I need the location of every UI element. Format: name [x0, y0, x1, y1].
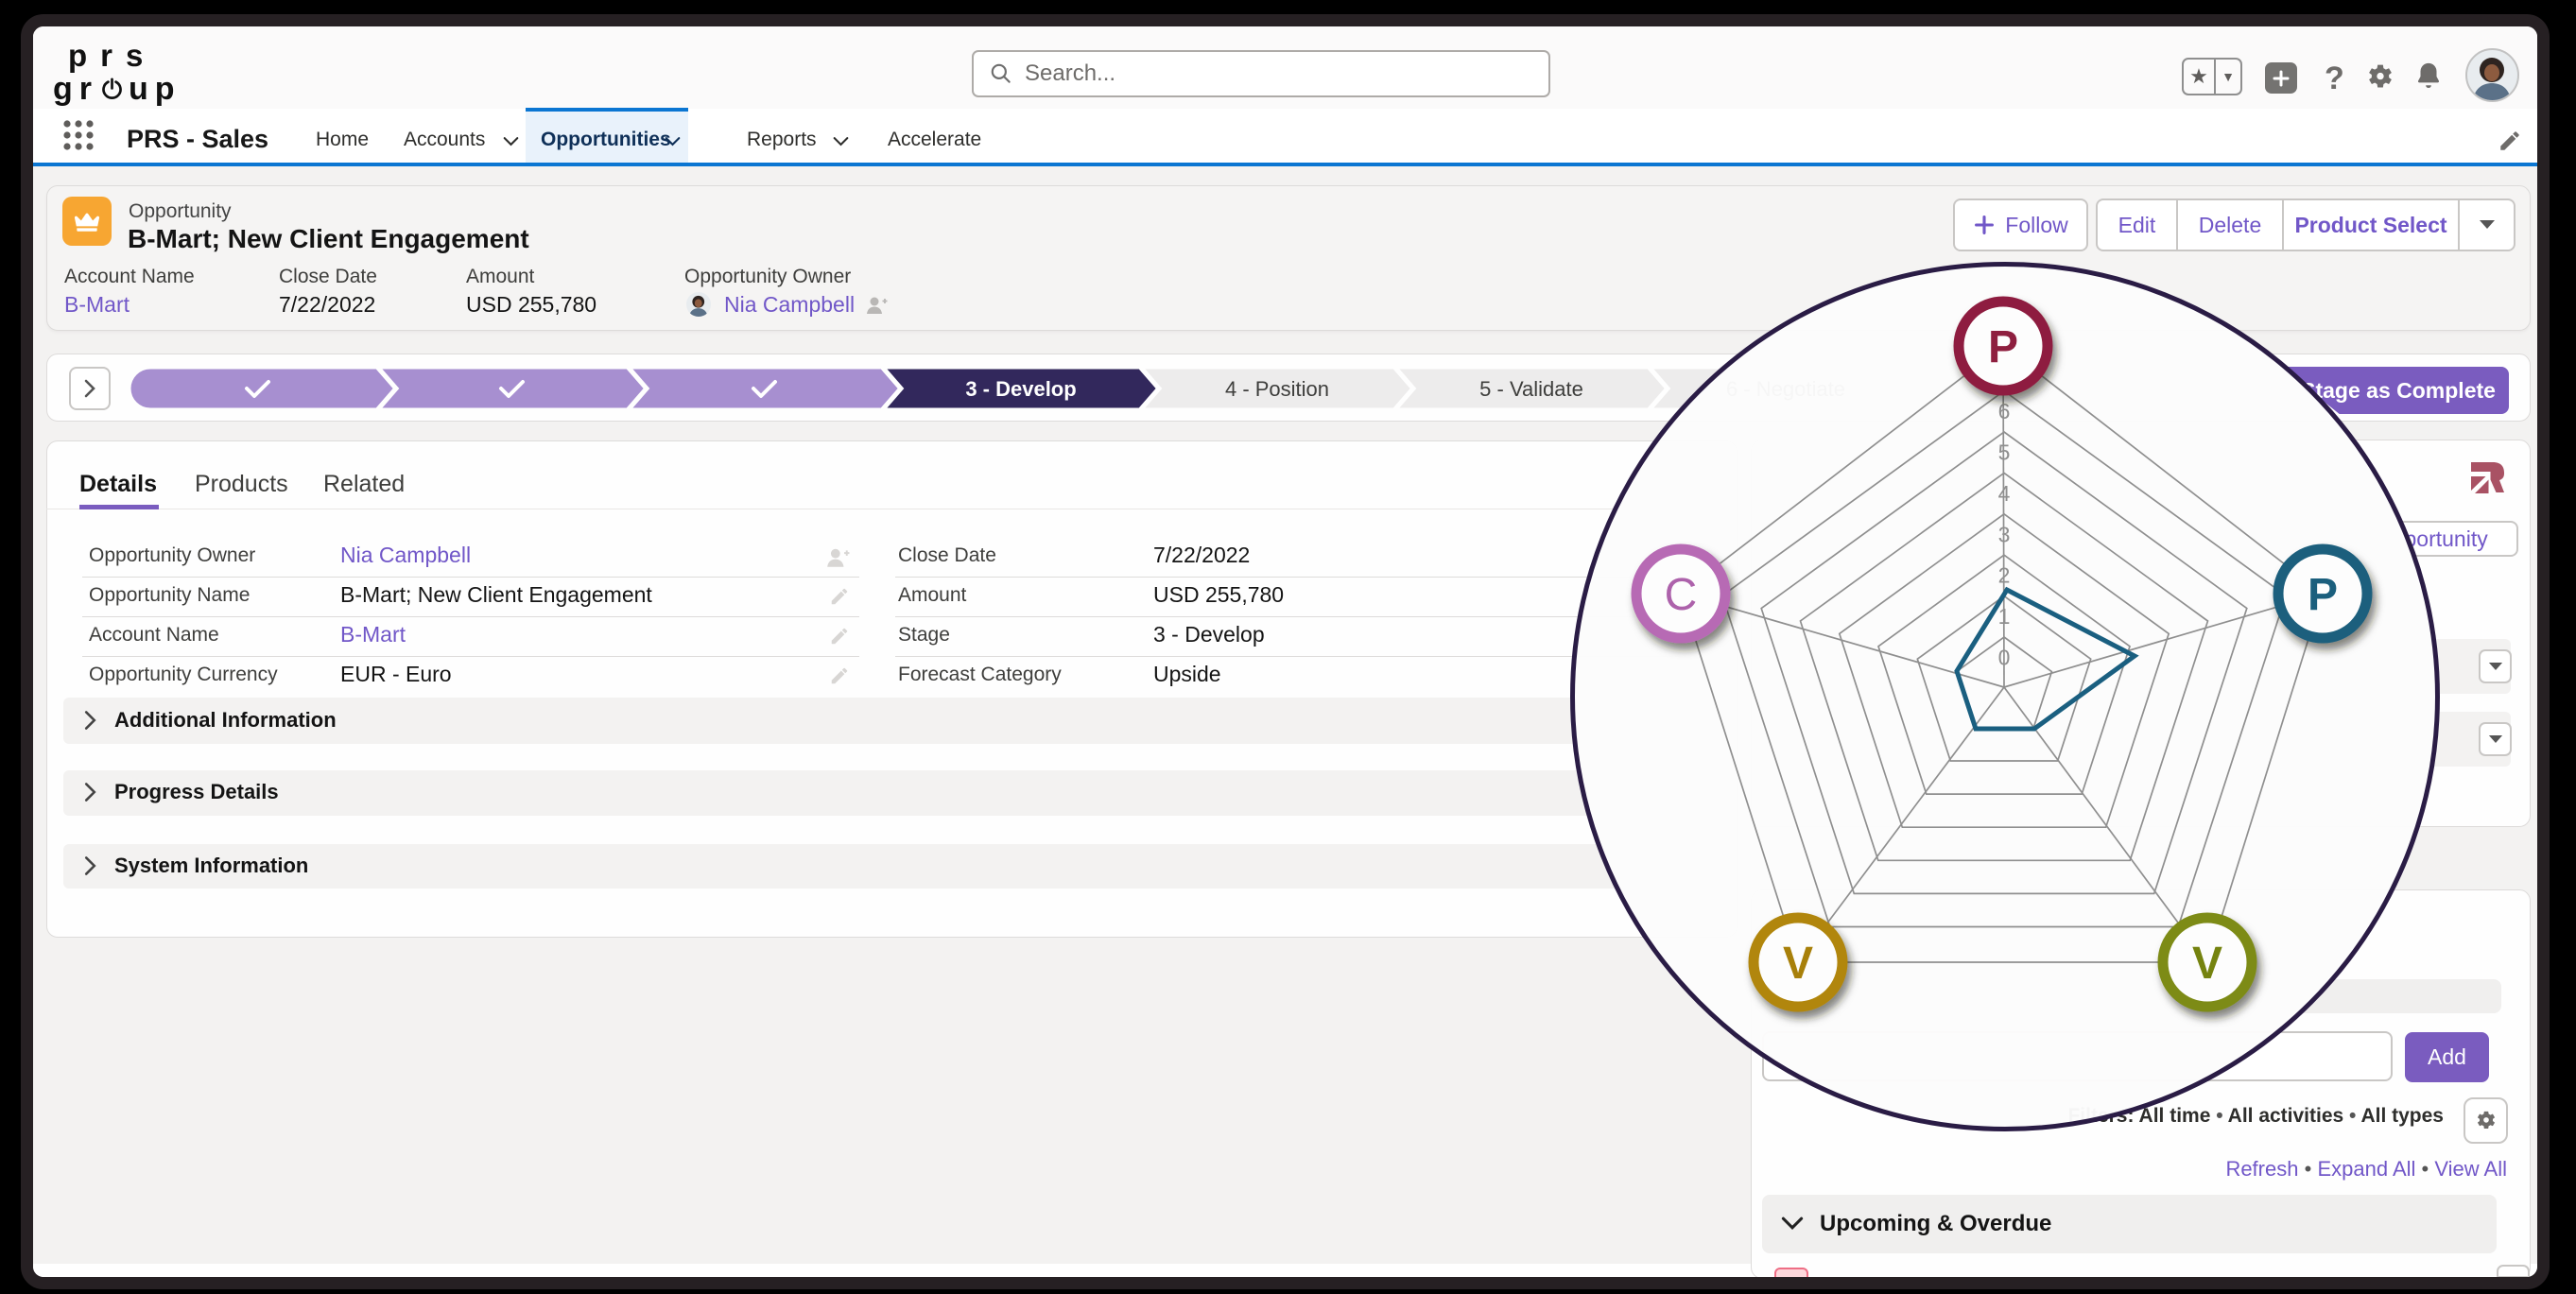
svg-text:P: P — [1988, 322, 2018, 372]
svg-text:0: 0 — [1998, 646, 2011, 670]
svg-text:6: 6 — [1998, 399, 2011, 423]
svg-text:3 - Develop: 3 - Develop — [965, 377, 1076, 401]
svg-text:1: 1 — [1998, 604, 2011, 629]
svg-text:P: P — [2308, 570, 2338, 620]
svg-text:4 - Position: 4 - Position — [1225, 377, 1329, 401]
svg-text:V: V — [2192, 939, 2222, 989]
svg-text:V: V — [1783, 939, 1813, 989]
svg-text:4: 4 — [1998, 481, 2011, 506]
svg-text:3: 3 — [1998, 522, 2011, 546]
svg-text:C: C — [1665, 570, 1698, 620]
svg-text:2: 2 — [1998, 563, 2011, 588]
svg-text:5: 5 — [1998, 440, 2011, 465]
svg-text:5 - Validate: 5 - Validate — [1479, 377, 1583, 401]
